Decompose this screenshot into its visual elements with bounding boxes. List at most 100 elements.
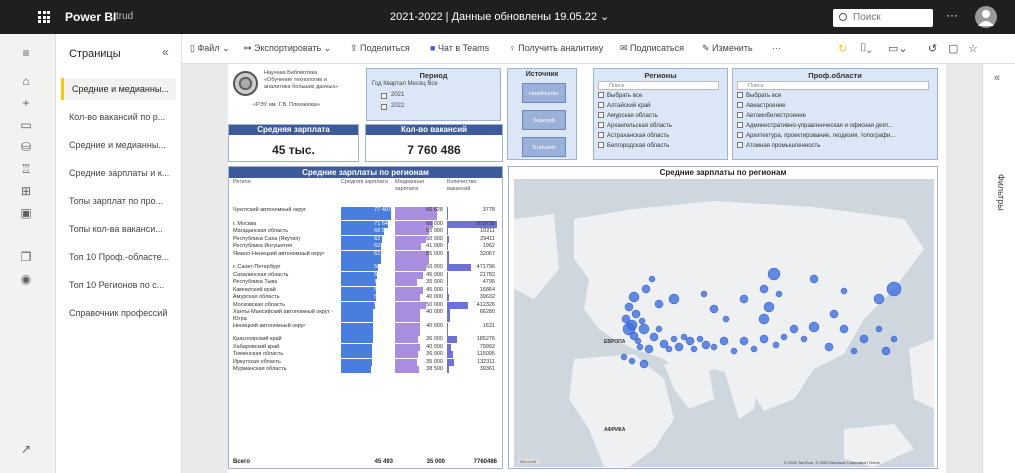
prof-option[interactable]: Авиастроение bbox=[737, 102, 786, 110]
region-bubble[interactable] bbox=[739, 294, 749, 304]
source-button[interactable]: HeadHunter bbox=[522, 83, 566, 103]
region-bubble[interactable] bbox=[638, 323, 650, 335]
export-menu[interactable]: ↦ Экспортировать ⌄ bbox=[244, 43, 331, 54]
region-bubble[interactable] bbox=[624, 302, 634, 312]
share-button[interactable]: ⇪ Поделиться bbox=[350, 43, 410, 54]
region-bubble[interactable] bbox=[873, 293, 885, 305]
filters-label[interactable]: Фильтры bbox=[996, 174, 1006, 211]
region-option[interactable]: Архангельская область bbox=[598, 122, 672, 130]
region-bubble[interactable] bbox=[808, 321, 820, 333]
region-bubble[interactable] bbox=[639, 359, 649, 369]
table-row[interactable]: Ханты-Мансийский автономный округ - Югра… bbox=[231, 309, 499, 322]
source-button[interactable]: Trudvsem bbox=[522, 137, 566, 157]
page-item[interactable]: Средние зарплаты и к... bbox=[61, 162, 176, 184]
expand-filters-icon[interactable]: « bbox=[994, 72, 1000, 84]
table-row[interactable]: Республика Саха (Якутия) 62 463 50 000 2941… bbox=[231, 235, 499, 243]
table-row[interactable]: Магаданская область 66 524 55 000 10211 bbox=[231, 228, 499, 235]
region-option[interactable]: Белгородская область bbox=[598, 142, 669, 150]
table-row[interactable]: Тюменская область 48 229 36 000 115095 bbox=[231, 351, 499, 358]
region-option[interactable]: Алтайский край bbox=[598, 102, 651, 110]
region-bubble[interactable] bbox=[829, 309, 839, 319]
region-bubble[interactable] bbox=[649, 332, 659, 342]
region-bubble[interactable] bbox=[648, 275, 656, 283]
my-workspace-icon[interactable]: ◉ bbox=[18, 272, 34, 286]
table-row[interactable]: Ямало-Ненецкий автономный округ 61 959 55 … bbox=[231, 250, 499, 264]
region-bubble[interactable] bbox=[654, 299, 664, 309]
region-bubble[interactable] bbox=[719, 336, 729, 346]
column-header-region[interactable]: Регион bbox=[233, 179, 323, 186]
region-bubble[interactable] bbox=[644, 344, 654, 354]
checkbox[interactable] bbox=[737, 92, 743, 99]
salary-map[interactable]: Средние зарплаты по регионам ЕВРОПА АФРИ… bbox=[508, 166, 938, 469]
table-row[interactable]: Московская область 52 285 50 000 412326 bbox=[231, 301, 499, 309]
region-bubble[interactable] bbox=[739, 336, 749, 346]
checkbox[interactable] bbox=[737, 132, 743, 139]
region-bubble[interactable] bbox=[636, 343, 644, 351]
source-button[interactable]: Superjob bbox=[522, 110, 566, 130]
table-row[interactable]: Хабаровский край 48 321 40 000 79992 bbox=[231, 343, 499, 351]
table-row[interactable]: Ненецкий автономный округ 49 170 40 000 163… bbox=[231, 322, 499, 336]
region-bubble[interactable] bbox=[886, 281, 902, 297]
region-bubble[interactable] bbox=[628, 357, 636, 365]
filters-pane[interactable]: « Фильтры bbox=[982, 64, 1015, 473]
prof-option[interactable]: Выбрать все bbox=[737, 92, 781, 100]
avatar[interactable] bbox=[975, 6, 997, 28]
region-bubble[interactable] bbox=[626, 319, 638, 331]
region-bubble[interactable] bbox=[859, 334, 869, 344]
region-bubble[interactable] bbox=[775, 290, 783, 298]
checkbox[interactable] bbox=[598, 92, 604, 99]
region-bubble[interactable] bbox=[767, 267, 781, 281]
region-option[interactable]: Выбрать все bbox=[598, 92, 642, 100]
period-option[interactable]: 2021 bbox=[391, 92, 404, 98]
region-bubble[interactable] bbox=[631, 309, 641, 319]
region-bubble[interactable] bbox=[881, 346, 891, 356]
column-header-avg[interactable]: Средняя зарплата bbox=[341, 179, 391, 186]
period-option[interactable]: 2022 bbox=[391, 103, 404, 109]
prof-option[interactable]: Автомобилестроение bbox=[737, 112, 806, 120]
browse-icon[interactable]: ▭ bbox=[18, 118, 34, 132]
expand-icon[interactable]: ↗ bbox=[18, 442, 34, 456]
column-header-median[interactable]: Медианная зарплата bbox=[395, 179, 445, 192]
region-bubble[interactable] bbox=[824, 342, 834, 352]
table-row[interactable]: Республика Тыва 54 511 35 000 4795 bbox=[231, 279, 499, 286]
table-row[interactable]: Республика Ингушетия 62 289 41 000 1962 bbox=[231, 243, 499, 250]
prof-search-input[interactable]: Поиск bbox=[737, 81, 929, 90]
region-bubble[interactable] bbox=[730, 347, 738, 355]
checkbox[interactable] bbox=[598, 102, 604, 109]
brand-name[interactable]: Power BI bbox=[65, 10, 116, 24]
region-bubble[interactable] bbox=[772, 341, 780, 349]
table-row[interactable]: Сахалинская область 55 154 45 000 21782 bbox=[231, 271, 499, 279]
regions-search-input[interactable]: Поиск bbox=[598, 81, 719, 90]
page-item[interactable]: Кол-во вакансий по р... bbox=[61, 106, 176, 128]
region-bubble[interactable] bbox=[696, 335, 704, 343]
region-bubble[interactable] bbox=[685, 336, 695, 346]
region-bubble[interactable] bbox=[839, 324, 849, 334]
checkbox[interactable] bbox=[598, 132, 604, 139]
checkbox[interactable] bbox=[598, 122, 604, 129]
goals-icon[interactable]: ♖ bbox=[18, 162, 34, 176]
table-row[interactable]: Чукотский автономный округ 77 407 66 628 37… bbox=[231, 207, 499, 220]
page-item[interactable]: Топы кол-ва ваканси... bbox=[61, 218, 176, 240]
region-bubble[interactable] bbox=[674, 342, 684, 352]
apps-icon[interactable]: ⊞ bbox=[18, 184, 34, 198]
region-bubble[interactable] bbox=[890, 335, 898, 343]
checkbox[interactable] bbox=[737, 122, 743, 129]
period-checkbox[interactable] bbox=[381, 104, 387, 110]
bookmark-icon[interactable]: ⌷⌄ bbox=[860, 42, 872, 55]
table-row[interactable]: Мурманская область 46 589 38 500 39361 bbox=[231, 366, 499, 373]
report-title[interactable]: 2021-2022 | Данные обновлены 19.05.22 ⌄ bbox=[390, 10, 609, 23]
comment-icon[interactable]: ▢ bbox=[948, 42, 958, 55]
page-item[interactable]: Средние и медианны... bbox=[61, 134, 176, 156]
checkbox[interactable] bbox=[737, 142, 743, 149]
learn-icon[interactable]: ▣ bbox=[18, 206, 34, 220]
file-menu[interactable]: ▯ Файл ⌄ bbox=[190, 43, 230, 54]
region-bubble[interactable] bbox=[680, 333, 688, 341]
region-bubble[interactable] bbox=[634, 337, 642, 345]
table-row[interactable]: Красноярский край 48 973 36 000 185276 bbox=[231, 336, 499, 343]
region-bubble[interactable] bbox=[670, 335, 678, 343]
region-bubble[interactable] bbox=[665, 345, 673, 353]
region-bubble[interactable] bbox=[628, 291, 640, 303]
region-bubble[interactable] bbox=[840, 287, 848, 295]
region-bubble[interactable] bbox=[709, 304, 719, 314]
collapse-pages-button[interactable]: « bbox=[162, 45, 169, 59]
